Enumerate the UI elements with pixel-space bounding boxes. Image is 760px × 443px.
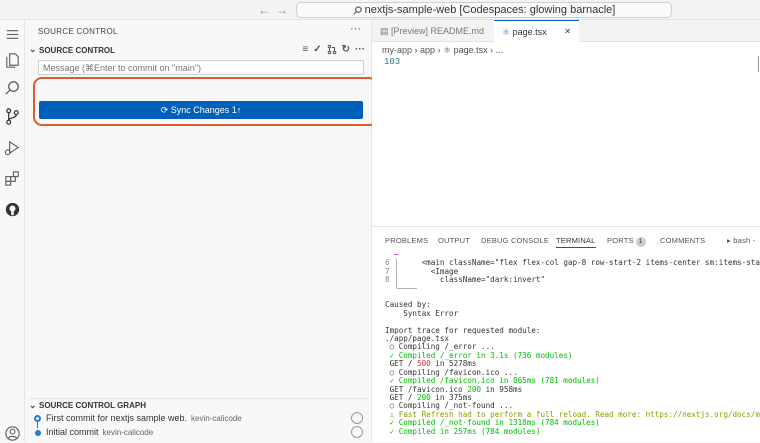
source-control-section-header[interactable]: ⌄ SOURCE CONTROL ≡ ✓ ↻ ··· (29, 44, 369, 58)
terminal-output[interactable]: ─ 6 │ <main className="flex flex-col gap… (385, 251, 760, 443)
commit-message: Initial commit (46, 427, 99, 437)
title-bar: ←→ nextjs-sample-web [Codespaces: glowin… (0, 0, 760, 20)
explorer-icon[interactable] (3, 51, 22, 70)
account-icon[interactable] (3, 424, 22, 443)
react-icon: ⚛ (502, 27, 513, 37)
tab-output[interactable]: OUTPUT (438, 236, 470, 245)
source-control-graph-header[interactable]: ⌄ SOURCE CONTROL GRAPH (29, 398, 369, 410)
tab-label: page.tsx (512, 27, 547, 37)
commit-author: kevin-calicode (102, 428, 154, 437)
breadcrumb[interactable]: my-app › app › ⚛ page.tsx › ... (382, 45, 503, 56)
pull-request-icon[interactable] (327, 44, 337, 55)
tab-terminal[interactable]: TERMINAL (556, 236, 596, 248)
cursor-line (758, 56, 759, 72)
commit-author: kevin-calicode (191, 414, 242, 423)
close-tab-icon[interactable]: ✕ (564, 21, 571, 43)
terminal-shell-selector[interactable]: ▸ bash - (727, 236, 755, 245)
commit-dot-icon (35, 430, 41, 436)
back-arrow-icon[interactable]: ← (258, 3, 276, 17)
tab-label: [Preview] README.md (391, 26, 485, 36)
source-control-sidebar: SOURCE CONTROL ··· ⌄ SOURCE CONTROL ≡ ✓ … (25, 20, 378, 442)
commit-check-icon[interactable]: ✓ (313, 44, 321, 55)
more-actions-icon[interactable]: ··· (350, 23, 361, 35)
tab-comments[interactable]: COMMENTS (660, 236, 705, 245)
section-toolbar: ≡ ✓ ↻ ··· (302, 44, 365, 55)
shell-label: bash - (733, 236, 756, 245)
tab-ports[interactable]: PORTS 1 (607, 236, 646, 247)
log-line: ✓ Compiled in 257ms (784 modules) (385, 426, 541, 436)
tab-debug-console[interactable]: DEBUG CONSOLE (481, 236, 549, 245)
refresh-icon[interactable]: ↻ (342, 44, 350, 55)
editor-tabs: ▤ [Preview] README.md ⚛ page.tsx ✕ (372, 20, 760, 42)
tab-ports-label: PORTS (607, 236, 634, 245)
menu-icon[interactable] (3, 25, 22, 44)
syntax-error-line: Syntax Error (385, 308, 459, 318)
cloud-icon[interactable] (351, 426, 363, 438)
sidebar-title: SOURCE CONTROL (38, 27, 118, 36)
preview-icon: ▤ (380, 26, 392, 36)
target-icon[interactable] (351, 412, 363, 424)
commit-message: First commit for nextjs sample web. (46, 413, 188, 423)
chevron-down-icon: ⌄ (29, 44, 37, 54)
chevron-down-icon: ⌄ (29, 400, 37, 410)
code-frame-end: ╰──── (385, 283, 418, 293)
search-view-icon[interactable] (3, 79, 22, 98)
activity-bar (0, 20, 25, 442)
source-control-section-title: SOURCE CONTROL (39, 46, 115, 55)
more-icon[interactable]: ··· (355, 44, 365, 55)
line-number: 103 (384, 57, 401, 67)
graph-line (37, 421, 38, 428)
run-debug-icon[interactable] (3, 138, 22, 157)
sync-changes-label: Sync Changes 1↑ (170, 105, 242, 115)
command-center-label: nextjs-sample-web [Codespaces: glowing b… (364, 4, 616, 16)
sync-changes-button[interactable]: ⟳ Sync Changes 1↑ (39, 101, 363, 119)
commit-message-input[interactable] (38, 60, 364, 75)
editor-area: ▤ [Preview] README.md ⚛ page.tsx ✕ my-ap… (372, 20, 760, 226)
tab-page-tsx[interactable]: ⚛ page.tsx ✕ (494, 20, 579, 42)
sync-icon: ⟳ (160, 105, 171, 115)
bottom-panel: PROBLEMS OUTPUT DEBUG CONSOLE TERMINAL P… (372, 226, 760, 442)
github-icon[interactable] (3, 200, 22, 219)
graph-section-title: SOURCE CONTROL GRAPH (39, 401, 146, 410)
search-icon (353, 6, 362, 15)
view-as-list-icon[interactable]: ≡ (302, 44, 308, 55)
ports-count-badge: 1 (635, 237, 646, 247)
forward-arrow-icon[interactable]: → (276, 3, 294, 17)
tab-readme-preview[interactable]: ▤ [Preview] README.md (372, 20, 490, 42)
source-control-icon[interactable] (3, 107, 22, 126)
extensions-icon[interactable] (3, 169, 22, 188)
command-center[interactable]: nextjs-sample-web [Codespaces: glowing b… (296, 2, 672, 18)
tab-problems[interactable]: PROBLEMS (385, 236, 428, 245)
nav-arrows: ←→ (258, 3, 294, 17)
